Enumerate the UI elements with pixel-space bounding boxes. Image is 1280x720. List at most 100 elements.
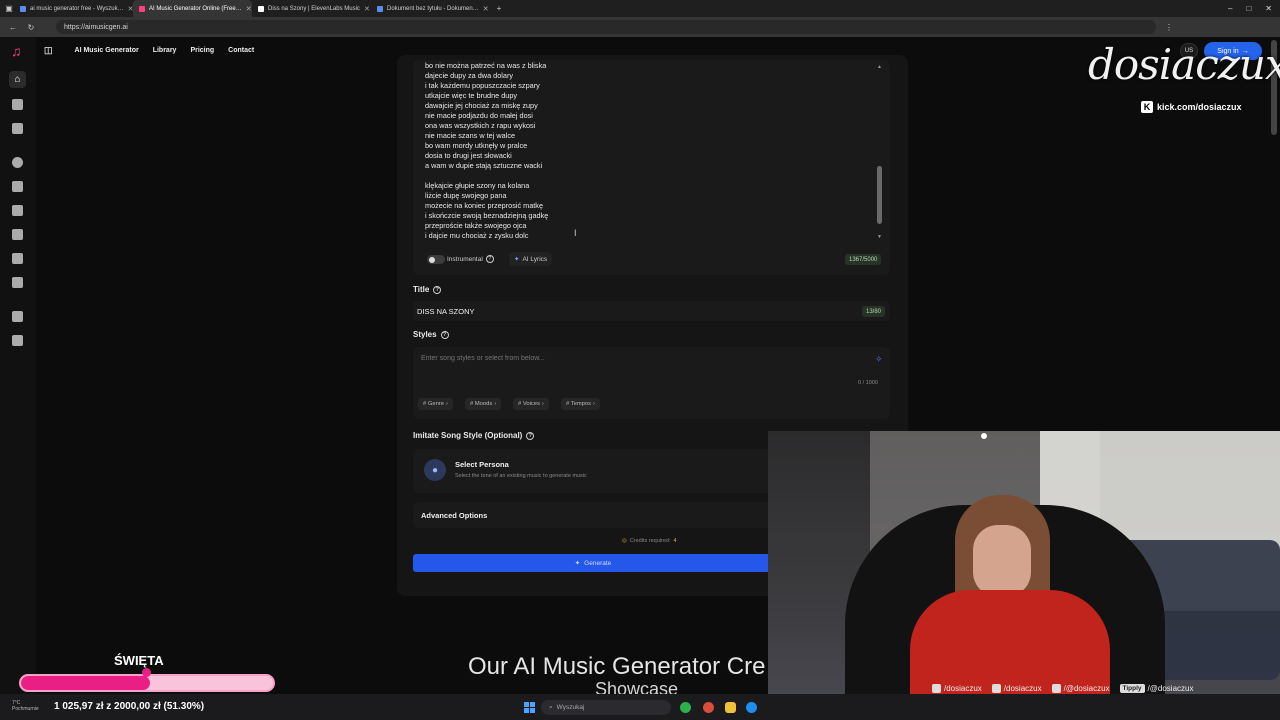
app-logo-icon[interactable]: ♫ — [11, 43, 22, 59]
mail-icon[interactable] — [12, 335, 23, 346]
chevron-right-icon: › — [494, 401, 497, 407]
extensions-icon[interactable]: ⋮ — [1164, 23, 1174, 32]
back-icon[interactable]: ← — [8, 23, 18, 32]
home-icon[interactable]: ⌂ — [9, 71, 26, 88]
help-icon[interactable]: ? — [485, 255, 494, 263]
minimize-button[interactable]: – — [1228, 4, 1232, 13]
send-icon[interactable] — [12, 253, 23, 264]
tab-label: Dokument bez tytułu - Dokumen… — [387, 5, 479, 12]
browser-tab-active[interactable]: AI Music Generator Online (Free… ✕ — [133, 0, 252, 17]
persona-user-icon: ● — [424, 459, 446, 481]
sparkle-icon: ✦ — [514, 256, 520, 263]
browser-tab[interactable]: ai music generator free - Wyszuk… ✕ — [14, 0, 133, 17]
text-cursor-icon: I — [574, 228, 577, 238]
goal-progress-marker — [142, 668, 151, 677]
social-handle: /dosiaczux — [944, 684, 982, 693]
weather-widget[interactable]: 7°C Pochmurnie — [12, 700, 39, 712]
video-icon[interactable] — [12, 205, 23, 216]
file-explorer-icon[interactable] — [725, 702, 736, 713]
styles-heading: Styles? — [413, 330, 449, 339]
tag-genre[interactable]: # Genre › — [418, 398, 453, 410]
windows-start-icon[interactable] — [524, 702, 535, 713]
browser-tab[interactable]: Dokument bez tytułu - Dokumen… ✕ — [371, 0, 490, 17]
search-favicon-icon — [20, 5, 26, 12]
tiktok-icon — [991, 684, 1001, 693]
nav-ai-music-generator[interactable]: AI Music Generator — [75, 47, 139, 54]
tag-voices[interactable]: # Voices › — [513, 398, 549, 410]
music-note-icon[interactable] — [12, 99, 23, 110]
edge-icon[interactable] — [746, 702, 757, 713]
lyrics-scroll-thumb[interactable] — [877, 166, 882, 224]
tab-overview-icon[interactable]: ▣ — [4, 4, 14, 13]
url-field[interactable]: https://aimusicgen.ai — [56, 20, 1156, 34]
sidebar-toggle-icon[interactable]: ◫ — [44, 45, 53, 56]
tag-icon[interactable] — [12, 311, 23, 322]
nav-contact[interactable]: Contact — [228, 47, 254, 54]
disc-icon[interactable] — [12, 157, 23, 168]
folder-icon[interactable] — [12, 123, 23, 134]
imitate-label: Imitate Song Style (Optional) — [413, 431, 523, 440]
help-icon[interactable]: ? — [433, 285, 442, 294]
nav-pricing[interactable]: Pricing — [190, 47, 214, 54]
help-icon[interactable]: ? — [440, 330, 449, 339]
kick-url: kick.com/dosiaczux — [1157, 102, 1242, 112]
nav-library[interactable]: Library — [153, 47, 177, 54]
new-tab-button[interactable]: + — [494, 4, 504, 13]
goal-amount-text: 1 025,97 zł z 2000,00 zł (51.30%) — [54, 701, 205, 712]
spotify-icon[interactable] — [680, 702, 691, 713]
tag-label: # Voices — [518, 401, 540, 407]
close-window-button[interactable]: ✕ — [1265, 4, 1272, 13]
title-heading: Title? — [413, 285, 442, 294]
document-icon[interactable] — [12, 229, 23, 240]
magic-wand-icon[interactable]: ✧ — [875, 354, 883, 365]
sparkle-icon: ✦ — [574, 560, 581, 567]
title-input[interactable]: DISS NA SZONY — [413, 301, 890, 321]
help-icon[interactable]: ? — [526, 431, 535, 440]
social-handles: /dosiaczux /dosiaczux /@dosiaczux Tipply… — [932, 684, 1193, 693]
maximize-button[interactable]: □ — [1246, 4, 1251, 13]
docs-favicon-icon — [377, 5, 383, 12]
tag-label: # Genre — [423, 401, 444, 407]
tag-moods[interactable]: # Moods › — [465, 398, 502, 410]
sidebar — [0, 37, 36, 694]
select-persona-card[interactable] — [413, 449, 773, 493]
youtube-icon — [1051, 684, 1061, 693]
chevron-right-icon: › — [541, 401, 544, 407]
tab-label: ai music generator free - Wyszuk… — [30, 5, 124, 12]
chevron-right-icon: › — [445, 401, 448, 407]
lyrics-char-count: 1367/5000 — [845, 254, 882, 265]
close-tab-icon[interactable]: ✕ — [483, 5, 489, 13]
lyrics-text: bo nie można patrzeć na was z bliska daj… — [425, 61, 549, 240]
tag-tempos[interactable]: # Tempos › — [561, 398, 600, 410]
site-favicon-icon — [139, 5, 145, 12]
browser-tab-bar: ▣ ai music generator free - Wyszuk… ✕ AI … — [0, 0, 1280, 17]
waveform-icon[interactable] — [12, 181, 23, 192]
instagram-icon — [932, 684, 941, 693]
instrumental-label-wrap: Instrumental? — [442, 252, 499, 266]
ai-lyrics-button[interactable]: ✦ AI Lyrics — [509, 252, 553, 266]
browser-tab[interactable]: Diss na Szony | ElevenLabs Music ✕ — [252, 0, 371, 17]
styles-input[interactable] — [421, 355, 841, 362]
showcase-heading: Our AI Music Generator Cre — [468, 653, 766, 680]
webcam-light — [981, 433, 987, 439]
search-placeholder: Wyszukaj — [556, 704, 585, 711]
taskbar-search[interactable]: ⌕ Wyszukaj — [541, 700, 671, 715]
scroll-up-icon[interactable]: ▲ — [877, 64, 882, 70]
tab-label: Diss na Szony | ElevenLabs Music — [268, 5, 360, 12]
close-tab-icon[interactable]: ✕ — [364, 5, 370, 13]
generate-button[interactable]: ✦ Generate — [413, 554, 773, 572]
reload-icon[interactable]: ↻ — [26, 23, 36, 32]
tab-label: AI Music Generator Online (Free… — [149, 5, 242, 12]
scroll-down-icon[interactable]: ▼ — [877, 234, 882, 240]
social-handle: /@dosiaczux — [1063, 684, 1110, 693]
credits-label: Credits required: — [629, 538, 671, 544]
chrome-icon[interactable] — [703, 702, 714, 713]
advanced-options-toggle[interactable]: Advanced Options — [413, 502, 773, 528]
close-tab-icon[interactable]: ✕ — [246, 5, 252, 13]
styles-char-count: 0 / 1000 — [858, 380, 878, 386]
tag-label: # Tempos — [566, 401, 592, 407]
book-icon[interactable] — [12, 277, 23, 288]
kick-link: Kkick.com/dosiaczux — [1141, 101, 1242, 113]
persona-title: Select Persona — [455, 460, 509, 469]
search-icon: ⌕ — [549, 703, 553, 711]
